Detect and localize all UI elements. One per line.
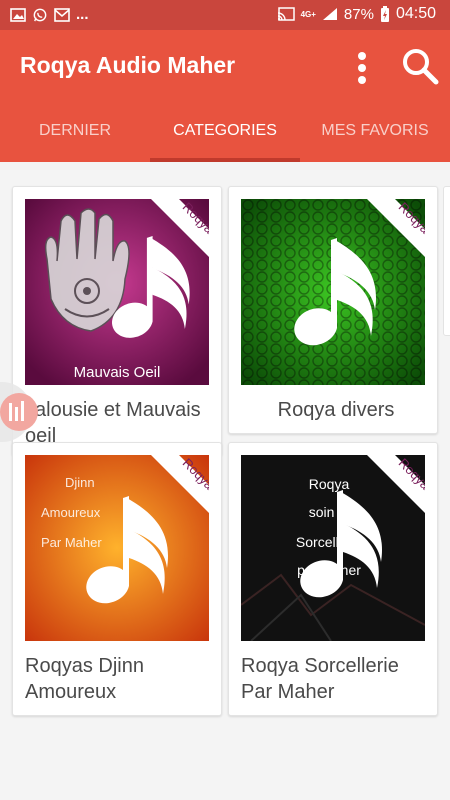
tab-mes-favoris[interactable]: MES FAVORIS (300, 122, 450, 140)
thumb-text-line: Djinn (65, 475, 95, 490)
tab-indicator (150, 158, 300, 162)
thumb-text-line: Amoureux (41, 505, 101, 520)
category-card-roqya-divers[interactable]: Roqya Roqya divers (228, 186, 438, 434)
thumb-text-line: Roqya (309, 476, 350, 492)
category-card-peek[interactable] (443, 186, 450, 336)
category-card-jalousie[interactable]: Mauvais Oeil Roqya Jalousie et Mauvais o… (12, 186, 222, 456)
clock: 04:50 (395, 5, 436, 22)
category-thumbnail: Djinn Amoureux Par Maher Roqya (25, 455, 209, 641)
more-vert-icon (358, 52, 366, 84)
signal-icon (322, 8, 337, 20)
status-ellipsis: ... (76, 6, 89, 23)
category-title: Roqyas Djinn Amoureux (25, 655, 144, 703)
category-thumbnail: Roqya (241, 199, 425, 385)
category-card-sorcellerie[interactable]: Roqya soin la Sorcellerie par Maher Roqy… (228, 442, 438, 716)
battery-percent: 87% (343, 5, 374, 23)
cast-icon (277, 7, 295, 21)
category-title: Roqya divers (277, 399, 395, 421)
overflow-menu-button[interactable] (350, 48, 374, 88)
search-button[interactable] (400, 46, 440, 86)
category-thumbnail: Mauvais Oeil Roqya (25, 199, 209, 385)
whatsapp-icon (33, 8, 47, 21)
image-icon (10, 7, 26, 22)
app-title: Roqya Audio Maher (20, 52, 236, 78)
battery-icon (380, 6, 389, 22)
category-card-djinn-amoureux[interactable]: Djinn Amoureux Par Maher Roqya Roqyas Dj… (12, 442, 222, 716)
status-left-icons: ... (10, 6, 89, 23)
status-bar: ... 4G+ 87% 04:50 (0, 0, 450, 30)
app-bar: Roqya Audio Maher DERNIER CATEGORIES MES… (0, 30, 450, 162)
status-right: 4G+ 87% 04:50 (277, 5, 436, 23)
thumb-text-line: soin la (309, 504, 350, 520)
thumb-text-line: Sorcellerie (296, 534, 362, 550)
floating-player-icon (0, 393, 38, 431)
network-type: 4G+ (300, 9, 316, 19)
tab-categories[interactable]: CATEGORIES (150, 122, 300, 140)
tab-dernier[interactable]: DERNIER (0, 122, 150, 140)
category-thumbnail: Roqya soin la Sorcellerie par Maher Roqy… (241, 455, 425, 641)
email-icon (54, 7, 70, 22)
thumb-text-mauvais-oeil: Mauvais Oeil (74, 364, 161, 381)
thumb-text-line: par Maher (297, 562, 361, 578)
search-icon (403, 49, 439, 85)
category-title: Roqya Sorcellerie Par Maher (241, 655, 399, 703)
thumb-text-line: Par Maher (41, 535, 102, 550)
